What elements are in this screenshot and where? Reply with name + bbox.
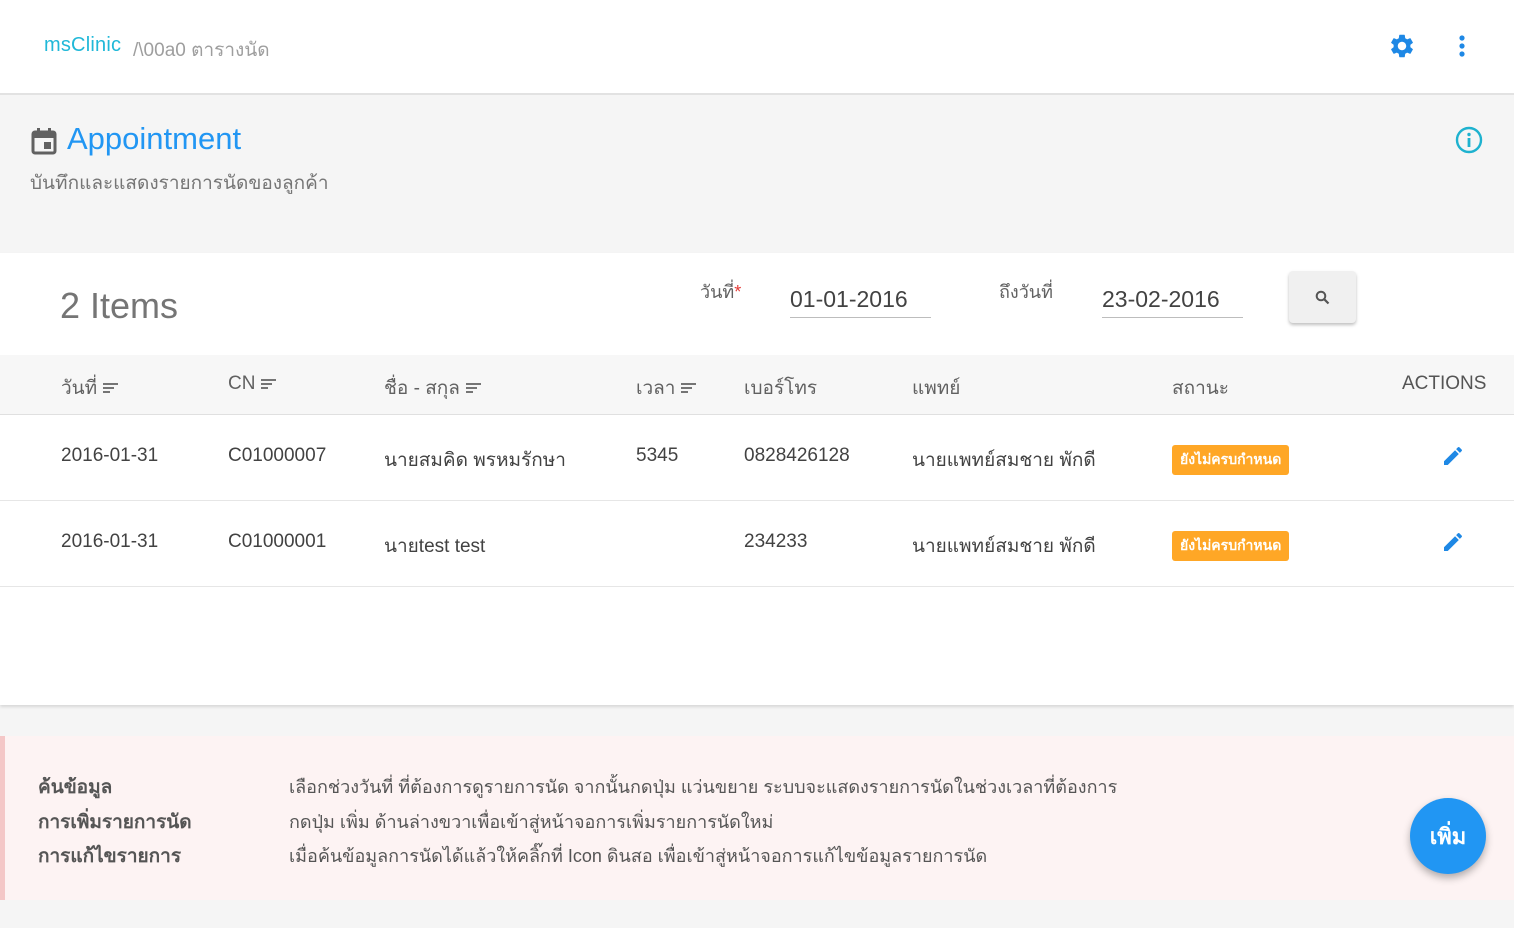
- calendar-icon: [31, 127, 57, 155]
- col-doctor: แพทย์: [912, 378, 961, 399]
- cell-date: 2016-01-31: [61, 531, 159, 552]
- cell-name: นายสมคิด พรหมรักษา: [384, 450, 566, 471]
- pencil-icon[interactable]: [1441, 444, 1465, 468]
- col-date-label: วันที่: [61, 378, 98, 399]
- breadcrumb: /\00a0 ตารางนัด: [133, 40, 270, 61]
- sort-icon: [103, 383, 119, 393]
- col-cn-label: CN: [228, 373, 256, 394]
- cell-doctor: นายแพทย์สมชาย พักดี: [912, 450, 1096, 471]
- col-time[interactable]: เวลา: [636, 373, 697, 403]
- cell-doctor: นายแพทย์สมชาย พักดี: [912, 536, 1096, 557]
- from-date-label-text: วันที่: [700, 282, 735, 302]
- status-badge: ยังไม่ครบกำหนด: [1172, 445, 1290, 475]
- cell-cn: C01000007: [228, 445, 327, 466]
- table-row: 2016-01-31 C01000001 นายtest test 234233…: [0, 501, 1514, 587]
- add-button[interactable]: เพิ่ม: [1410, 798, 1486, 874]
- page-subtitle: บันทึกและแสดงรายการนัดของลูกค้า: [30, 173, 329, 194]
- help-text-edit: เมื่อค้นข้อมูลการนัดได้แล้วให้คลิ๊กที่ I…: [289, 846, 988, 866]
- help-key-search: ค้นข้อมูล: [38, 777, 113, 798]
- col-phone: เบอร์โทร: [744, 378, 818, 399]
- cell-phone: 234233: [744, 531, 808, 552]
- more-vert-icon[interactable]: [1450, 33, 1474, 59]
- required-mark: *: [734, 282, 742, 302]
- top-app-bar: msClinic /\00a0 ตารางนัด: [0, 0, 1514, 95]
- search-button[interactable]: [1289, 271, 1356, 323]
- page-title: Appointment: [67, 121, 242, 156]
- search-icon: [1315, 290, 1330, 305]
- cell-name: นายtest test: [384, 536, 486, 557]
- cell-phone: 0828426128: [744, 445, 850, 466]
- table-header: วันที่ CN ชื่อ - สกุล เวลา เบอร์โทร แพทย…: [0, 355, 1514, 415]
- items-count: 2 Items: [60, 285, 179, 326]
- help-key-add: การเพิ่มรายการนัด: [38, 812, 192, 833]
- to-date-label: ถึงวันที่: [999, 282, 1053, 302]
- col-status: สถานะ: [1172, 378, 1229, 399]
- col-cn[interactable]: CN: [228, 373, 277, 395]
- col-name-label: ชื่อ - สกุล: [384, 378, 460, 399]
- to-date-input[interactable]: [1102, 282, 1243, 318]
- col-time-label: เวลา: [636, 378, 676, 399]
- sort-icon: [261, 379, 277, 389]
- col-actions: ACTIONS: [1402, 373, 1487, 394]
- gear-icon[interactable]: [1388, 32, 1416, 60]
- sort-icon: [465, 383, 481, 393]
- help-key-edit: การแก้ไขรายการ: [38, 846, 182, 867]
- from-date-input[interactable]: [790, 282, 931, 318]
- pencil-icon[interactable]: [1441, 530, 1465, 554]
- table-row: 2016-01-31 C01000007 นายสมคิด พรหมรักษา …: [0, 415, 1514, 501]
- col-date[interactable]: วันที่: [61, 373, 119, 403]
- sort-icon: [681, 383, 697, 393]
- cell-date: 2016-01-31: [61, 445, 159, 466]
- cell-time: 5345: [636, 445, 679, 466]
- help-text-search: เลือกช่วงวันที่ ที่ต้องการดูรายการนัด จา…: [289, 777, 1118, 797]
- help-panel: ค้นข้อมูล เลือกช่วงวันที่ ที่ต้องการดูรา…: [0, 736, 1514, 900]
- cell-cn: C01000001: [228, 531, 327, 552]
- status-badge: ยังไม่ครบกำหนด: [1172, 531, 1290, 561]
- from-date-label: วันที่*: [700, 277, 741, 306]
- info-icon[interactable]: [1455, 126, 1483, 154]
- help-text-add: กดปุ่ม เพิ่ม ด้านล่างขวาเพื่อเข้าสู่หน้า…: [289, 812, 774, 832]
- brand-link[interactable]: msClinic: [44, 34, 121, 57]
- col-name[interactable]: ชื่อ - สกุล: [384, 373, 482, 403]
